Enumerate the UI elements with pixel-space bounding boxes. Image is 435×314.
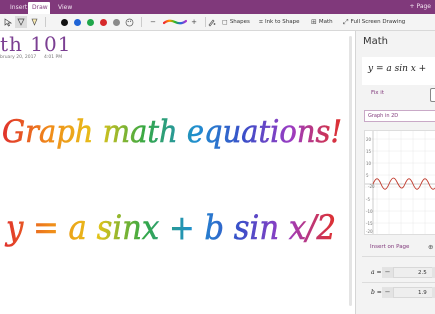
param-a-slider[interactable] [393,267,434,278]
y-tick: -5 [366,197,370,202]
tab-view[interactable]: View [54,2,76,14]
page-button-label: Page [416,3,431,10]
param-a-decrease-button[interactable]: − [382,267,393,278]
ink-to-shape-label: Ink to Shape [264,19,300,25]
lasso-select-icon[interactable] [3,16,13,28]
param-b-label: b = [371,289,382,296]
shapes-label: Shapes [229,19,250,25]
color-swatch [74,18,81,26]
page-button[interactable]: + Page [410,1,431,13]
graph-type-dropdown[interactable]: Graph in 2D [364,110,435,122]
color-swatch [100,18,107,26]
pen-color-green[interactable] [86,16,95,28]
fix-it-toggle[interactable] [430,88,435,102]
pen-color-black[interactable] [60,16,69,28]
shapes-icon: ◻ [222,18,228,26]
divider [362,282,435,283]
y-tick: -20 [366,229,373,234]
y-tick: 20 [366,137,372,142]
math-label: Math [318,19,333,25]
ink-to-shape-icon: ⌗ [259,18,263,26]
recognized-equation: y = a sin x + [368,64,427,74]
pen-color-red[interactable] [99,16,108,28]
param-a-label: a = [371,269,382,276]
separator [42,16,48,28]
ribbon-tab-bar: Insert Draw View + Page [0,0,435,14]
rainbow-pen-icon[interactable] [162,16,188,28]
graph-panel[interactable]: 20 15 10 5 -5 -10 -15 -20 -20 [364,130,435,235]
y-tick: -15 [366,221,373,226]
separator [138,16,144,28]
param-a-value: 2.5 [418,270,427,276]
add-icon: + [409,3,415,10]
full-screen-button[interactable]: ⤢ Full Screen Drawing [343,16,405,28]
full-screen-icon: ⤢ [343,18,349,26]
zoom-icon[interactable]: ⊕ [428,243,433,251]
param-b-value: 1.9 [418,290,427,296]
graph-plot: 20 15 10 5 -5 -10 -15 -20 -20 [365,131,435,234]
x-tick: -20 [368,184,375,189]
pen-color-blue[interactable] [73,16,82,28]
ink-text-line1: Graph math equations! [2,114,342,150]
insert-on-page-link[interactable]: Insert on Page [370,244,409,250]
tab-draw[interactable]: Draw [28,2,50,14]
color-swatch [87,18,94,26]
ink-to-shape-button[interactable]: ⌗ Ink to Shape [259,16,300,28]
vertical-scrollbar[interactable] [349,36,352,306]
color-swatch [61,18,68,26]
shapes-button[interactable]: ◻ Shapes [222,16,250,28]
y-tick: 5 [366,173,369,178]
math-button[interactable]: ⊞ Math [311,16,333,28]
color-swatch [113,18,120,26]
y-tick: -10 [366,209,373,214]
ink-text-line2: y = a sinx + b sin x/2 [4,208,336,248]
math-pane-title: Math [363,36,389,47]
more-colors-icon[interactable] [123,16,135,28]
y-tick: 10 [366,161,372,166]
param-b-decrease-button[interactable]: − [382,287,393,298]
thickness-decrease-icon[interactable]: − [148,16,158,28]
pen-color-gray[interactable] [112,16,121,28]
math-icon: ⊞ [311,18,317,26]
fix-it-link[interactable]: Fix it [371,90,384,96]
eraser-icon[interactable] [29,16,39,28]
draw-toolbar: − + ◻ Shapes ⌗ Ink to Shape ⊞ Math ⤢ Ful… [0,14,435,31]
select-tool-icon[interactable] [15,16,27,28]
thickness-increase-icon[interactable]: + [189,16,199,28]
param-b-slider[interactable] [393,287,434,298]
y-tick: 15 [366,149,372,154]
divider [362,256,435,257]
ink-drawing[interactable]: Graph math equations! y = a sinx + b sin… [0,31,350,314]
add-pen-icon[interactable] [205,16,217,28]
full-screen-label: Full Screen Drawing [350,19,406,25]
graph-curve [372,177,435,190]
